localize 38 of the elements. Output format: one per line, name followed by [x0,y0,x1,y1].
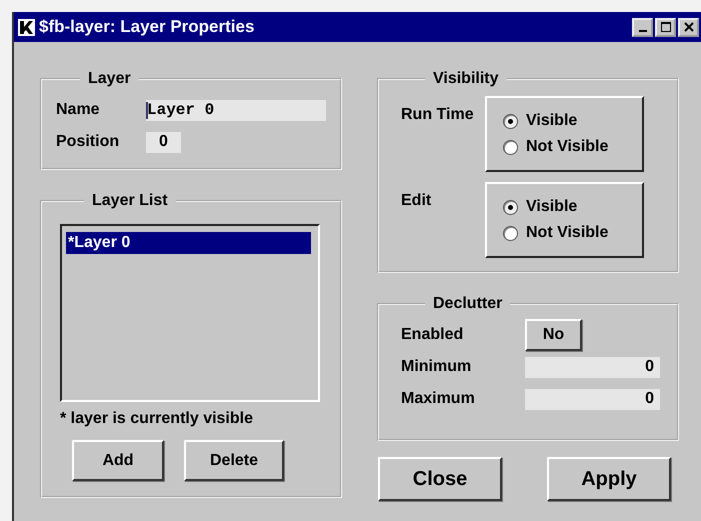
radio-button[interactable] [503,226,518,240]
app-icon [18,18,35,36]
add-button[interactable]: Add [72,440,164,481]
position-field[interactable]: 0 [146,132,181,152]
maximize-button[interactable] [655,18,676,36]
group-title: Layer [87,70,132,88]
minimize-icon [638,30,646,32]
number-field[interactable]: 0 [525,388,660,410]
radio-option[interactable]: Visible [503,112,642,130]
toggle-button[interactable]: No [525,319,582,351]
field-label: Minimum [401,358,472,376]
radio-button[interactable] [503,140,518,154]
field-label: Name [56,101,101,119]
window-title: $fb-layer: Layer Properties [39,17,254,37]
field-label: Position [56,133,120,151]
apply-button[interactable]: Apply [547,457,671,501]
radio-button[interactable] [503,200,518,214]
field-label: Maximum [401,390,476,408]
group-title: Layer List [91,192,169,210]
radio-option[interactable]: Not Visible [503,224,642,242]
minimize-button[interactable] [632,18,653,36]
number-field[interactable]: 0 [525,356,660,378]
maximize-icon [660,22,670,32]
field-label: Enabled [401,326,464,344]
close-icon [684,22,694,32]
radio-button[interactable] [503,114,518,128]
field-label: Run Time [401,105,475,124]
name-field[interactable]: Layer 0 [146,100,326,120]
radio-option[interactable]: Not Visible [503,138,642,156]
group-title: Visibility [432,70,500,88]
field-label: Edit [401,191,432,210]
radio-option[interactable]: Visible [503,198,642,216]
close-window-button[interactable] [678,18,699,36]
group-title: Declutter [432,295,504,313]
close-button[interactable]: Close [378,457,502,501]
note-text: * layer is currently visible [60,410,254,428]
delete-button[interactable]: Delete [184,440,284,481]
list-item[interactable]: *Layer 0 [66,232,314,254]
